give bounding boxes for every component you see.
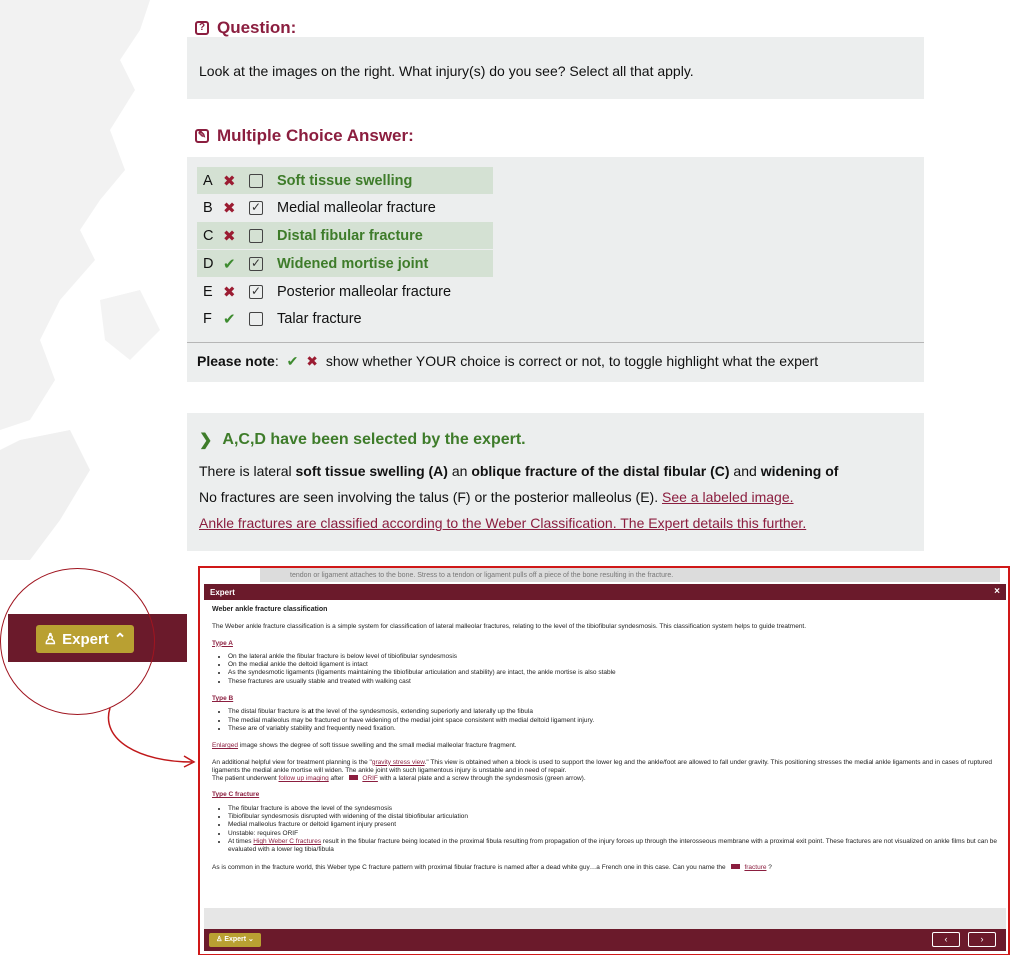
option-letter: F (203, 310, 212, 327)
list-item: The distal fibular fracture is at the le… (228, 708, 998, 716)
list-item: These are of variably stability and freq… (228, 725, 998, 733)
list-item: The medial malleolus may be fractured or… (228, 717, 998, 725)
footer-expert-button[interactable]: ♙ Expert ⌄ (209, 933, 261, 947)
weber-classification-link[interactable]: Ankle fractures are classified according… (199, 515, 806, 531)
high-weber-c-link[interactable]: High Weber C fractures (253, 838, 321, 845)
list-item: Unstable: requires ORIF (228, 830, 998, 838)
question-panel: Look at the images on the right. What in… (187, 37, 924, 99)
option-label: Talar fracture (277, 310, 362, 327)
question-text: Look at the images on the right. What in… (199, 63, 694, 79)
option-label: Soft tissue swelling (277, 172, 413, 189)
divider (187, 342, 924, 343)
list-item: As the syndesmotic ligaments (ligaments … (228, 669, 998, 677)
image-icon (349, 775, 359, 781)
cross-icon: ✖ (306, 353, 318, 369)
cross-icon: ✖ (223, 283, 236, 301)
answer-option-b[interactable]: B ✖ ✓ Medial malleolar fracture (197, 194, 436, 221)
type-b-list: The distal fibular fracture is at the le… (212, 708, 998, 733)
closing-paragraph: As is common in the fracture world, this… (212, 863, 772, 871)
checkbox[interactable]: ✓ (249, 284, 263, 299)
option-label: Medial malleolar fracture (277, 199, 436, 216)
check-icon: ✔ (223, 255, 236, 273)
type-c-list: The fibular fracture is above the level … (212, 805, 998, 855)
check-icon: ✔ (286, 353, 299, 369)
callout-circle (0, 568, 155, 715)
explanation-line-1: There is lateral soft tissue swelling (A… (199, 463, 839, 479)
background-text: tendon or ligament attaches to the bone.… (260, 568, 1000, 582)
explanation-line-2: No fractures are seen involving the talu… (199, 489, 794, 505)
modal-footer: ♙ Expert ⌄ ‹ › (204, 929, 1006, 951)
enlarged-paragraph: Enlarged image shows the degree of soft … (212, 742, 517, 750)
callout-arrow (107, 707, 196, 768)
explanation-line-3: Ankle fractures are classified according… (199, 510, 912, 536)
answer-heading: ✎ Multiple Choice Answer: (195, 126, 414, 146)
close-icon[interactable]: × (994, 586, 1000, 597)
please-note: Please note: ✔ ✖ show whether YOUR choic… (197, 353, 819, 369)
option-label: Distal fibular fracture (277, 227, 423, 244)
gravity-paragraph: An additional helpful view for treatment… (212, 758, 993, 774)
answer-option-f[interactable]: F ✔ Talar fracture (197, 305, 362, 332)
option-letter: A (203, 172, 213, 189)
chevron-right-icon: ❯ (199, 432, 213, 449)
expert-explanation-panel: ❯ A,C,D have been selected by the expert… (187, 413, 924, 551)
modal-header: Expert × (204, 584, 1006, 600)
list-item: These fractures are usually stable and t… (228, 678, 998, 686)
question-heading: ? Question: (195, 18, 296, 38)
type-c-heading: Type C fracture (212, 791, 260, 799)
explanation-title[interactable]: ❯ A,C,D have been selected by the expert… (199, 430, 912, 450)
modal-intro: The Weber ankle fracture classification … (212, 623, 807, 631)
option-label: Widened mortise joint (277, 255, 429, 272)
option-letter: C (203, 227, 214, 244)
list-item: Tibiofibular syndesmosis disrupted with … (228, 813, 998, 821)
list-item: Medial malleolus fracture or deltoid lig… (228, 821, 998, 829)
orif-link[interactable]: ORIF (362, 775, 378, 782)
answer-option-e[interactable]: E ✖ ✓ Posterior malleolar fracture (197, 278, 451, 305)
expert-modal: tendon or ligament attaches to the bone.… (198, 566, 1010, 955)
question-icon: ? (195, 21, 209, 35)
check-icon: ✔ (223, 310, 236, 328)
list-item: On the lateral ankle the fibular fractur… (228, 653, 998, 661)
list-item: The fibular fracture is above the level … (228, 805, 998, 813)
cross-icon: ✖ (223, 227, 236, 245)
type-a-list: On the lateral ankle the fibular fractur… (212, 653, 998, 686)
tab-pointer (232, 900, 264, 908)
answer-option-a[interactable]: A ✖ Soft tissue swelling (197, 167, 493, 194)
type-a-heading: Type A (212, 639, 233, 647)
answer-panel: A ✖ Soft tissue swelling B ✖ ✓ Medial malleola… (187, 157, 924, 382)
cross-icon: ✖ (223, 199, 236, 217)
answer-option-d[interactable]: D ✔ ✓ Widened mortise joint (197, 250, 493, 277)
list-item: On the medial ankle the deltoid ligament… (228, 661, 998, 669)
cross-icon: ✖ (223, 172, 236, 190)
prev-button[interactable]: ‹ (932, 932, 960, 947)
option-label: Posterior malleolar fracture (277, 283, 452, 300)
checkbox[interactable] (249, 228, 263, 243)
follow-up-imaging-link[interactable]: follow up imaging (279, 775, 329, 782)
modal-body: Weber ankle fracture classification The … (204, 600, 1006, 908)
option-letter: B (203, 199, 213, 216)
world-map-background (0, 0, 170, 560)
fracture-link[interactable]: fracture (744, 864, 766, 871)
checkbox[interactable]: ✓ (249, 200, 263, 215)
modal-gutter (204, 900, 1006, 929)
modal-heading: Weber ankle fracture classification (212, 606, 328, 613)
image-icon (731, 863, 741, 869)
type-b-heading: Type B (212, 695, 234, 703)
gravity-stress-view-link[interactable]: gravity stress view (372, 759, 425, 766)
labeled-image-link[interactable]: See a labeled image. (662, 489, 794, 505)
checkbox[interactable] (249, 311, 263, 326)
checkbox[interactable] (249, 173, 263, 188)
option-letter: D (203, 255, 214, 272)
next-button[interactable]: › (968, 932, 996, 947)
answer-option-c[interactable]: C ✖ Distal fibular fracture (197, 222, 493, 249)
patient-paragraph: The patient underwent follow up imaging … (212, 775, 586, 783)
enlarged-link[interactable]: Enlarged (212, 742, 238, 749)
checkbox[interactable]: ✓ (249, 256, 263, 271)
edit-icon: ✎ (195, 129, 209, 143)
list-item: At times High Weber C fractures result i… (228, 838, 998, 855)
option-letter: E (203, 283, 213, 300)
